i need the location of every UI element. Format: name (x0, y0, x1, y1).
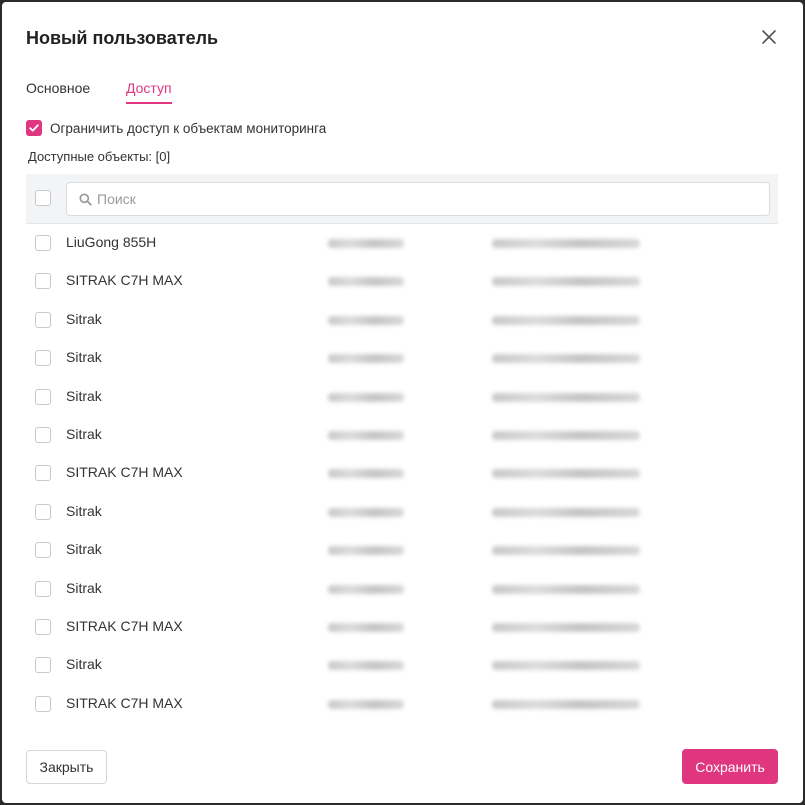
list-item-name: SITRAK C7H MAX (66, 464, 183, 481)
list-item-checkbox[interactable] (35, 388, 51, 405)
list-item[interactable]: SITRAK C7H MAX (26, 608, 778, 646)
redacted-identifier (328, 661, 404, 671)
list-item-checkbox[interactable] (35, 427, 51, 443)
list-item-name: Sitrak (66, 656, 102, 673)
list-item[interactable]: Sitrak (26, 570, 778, 608)
redacted-detail (492, 392, 640, 402)
list-item-name: Sitrak (66, 426, 102, 442)
save-button[interactable]: Сохранить (682, 749, 778, 784)
list-item-checkbox[interactable] (35, 311, 51, 328)
list-item-checkbox[interactable] (35, 350, 51, 367)
list-item[interactable]: LiuGong 855H (26, 224, 778, 262)
redacted-detail (492, 354, 640, 364)
list-item-checkbox[interactable] (35, 695, 51, 712)
search-icon (79, 192, 92, 206)
redacted-identifier (328, 623, 404, 632)
restrict-access-option: Ограничить доступ к объектам мониторинга (26, 118, 326, 138)
list-item-name: LiuGong 855H (66, 234, 157, 250)
list-item-name: SITRAK C7H MAX (66, 272, 183, 289)
select-all-checkbox[interactable] (35, 190, 51, 206)
list-item-name: Sitrak (66, 579, 102, 596)
redacted-identifier (328, 239, 404, 248)
list-item-name: SITRAK C7H MAX (66, 618, 183, 634)
redacted-detail (492, 661, 640, 671)
list-item[interactable]: SITRAK C7H MAX (26, 262, 778, 300)
list-item-checkbox[interactable] (35, 235, 51, 251)
redacted-identifier (328, 315, 404, 325)
list-item-name: Sitrak (66, 310, 102, 327)
new-user-dialog: Новый пользователь Основное Доступ Огран… (2, 2, 803, 803)
redacted-identifier (328, 699, 404, 709)
restrict-access-label[interactable]: Ограничить доступ к объектам мониторинга (50, 121, 326, 136)
list-item-checkbox[interactable] (35, 580, 51, 597)
search-input[interactable] (97, 191, 697, 207)
list-item-name: SITRAK C7H MAX (66, 694, 183, 711)
list-item[interactable]: Sitrak (26, 416, 778, 454)
redacted-detail (492, 623, 640, 632)
redacted-identifier (328, 431, 404, 440)
redacted-detail (492, 431, 640, 440)
list-item[interactable]: SITRAK C7H MAX (26, 685, 778, 723)
redacted-detail (492, 546, 640, 556)
close-button[interactable]: Закрыть (26, 750, 107, 784)
redacted-identifier (328, 469, 404, 479)
redacted-detail (492, 469, 640, 479)
list-item-checkbox[interactable] (35, 465, 51, 482)
redacted-detail (492, 584, 640, 594)
redacted-identifier (328, 392, 404, 402)
checkmark-icon (29, 124, 39, 132)
close-icon[interactable] (759, 27, 779, 47)
list-item-checkbox[interactable] (35, 657, 51, 674)
list-item[interactable]: Sitrak (26, 339, 778, 377)
list-item-name: Sitrak (66, 349, 102, 366)
tab-access-label: Доступ (126, 80, 172, 96)
redacted-detail (492, 315, 640, 325)
redacted-identifier (328, 354, 404, 364)
list-item-name: Sitrak (66, 387, 102, 404)
tab-access[interactable]: Доступ (126, 80, 172, 104)
list-item-name: Sitrak (66, 502, 102, 519)
redacted-identifier (328, 507, 404, 517)
dialog-title: Новый пользователь (26, 28, 219, 48)
list-item[interactable]: Sitrak (26, 531, 778, 569)
list-item-checkbox[interactable] (35, 542, 51, 559)
redacted-detail (492, 507, 640, 517)
list-item-checkbox[interactable] (35, 273, 51, 290)
redacted-detail (492, 239, 640, 248)
redacted-identifier (328, 584, 404, 594)
active-tab-indicator (126, 102, 172, 104)
list-item[interactable]: Sitrak (26, 301, 778, 339)
list-item-checkbox[interactable] (35, 503, 51, 520)
list-item[interactable]: Sitrak (26, 378, 778, 416)
restrict-access-checkbox[interactable] (26, 120, 42, 136)
list-item-name: Sitrak (66, 541, 102, 558)
redacted-identifier (328, 277, 404, 287)
list-item[interactable]: Sitrak (26, 646, 778, 684)
search-box[interactable] (66, 182, 770, 216)
object-list-header (26, 174, 778, 224)
redacted-identifier (328, 546, 404, 556)
redacted-detail (492, 699, 640, 709)
list-item-checkbox[interactable] (35, 619, 51, 635)
redacted-detail (492, 277, 640, 287)
tab-general[interactable]: Основное (26, 80, 90, 96)
available-objects-count: Доступные объекты: [0] (28, 149, 171, 164)
list-item[interactable]: Sitrak (26, 493, 778, 531)
list-item[interactable]: SITRAK C7H MAX (26, 454, 778, 492)
